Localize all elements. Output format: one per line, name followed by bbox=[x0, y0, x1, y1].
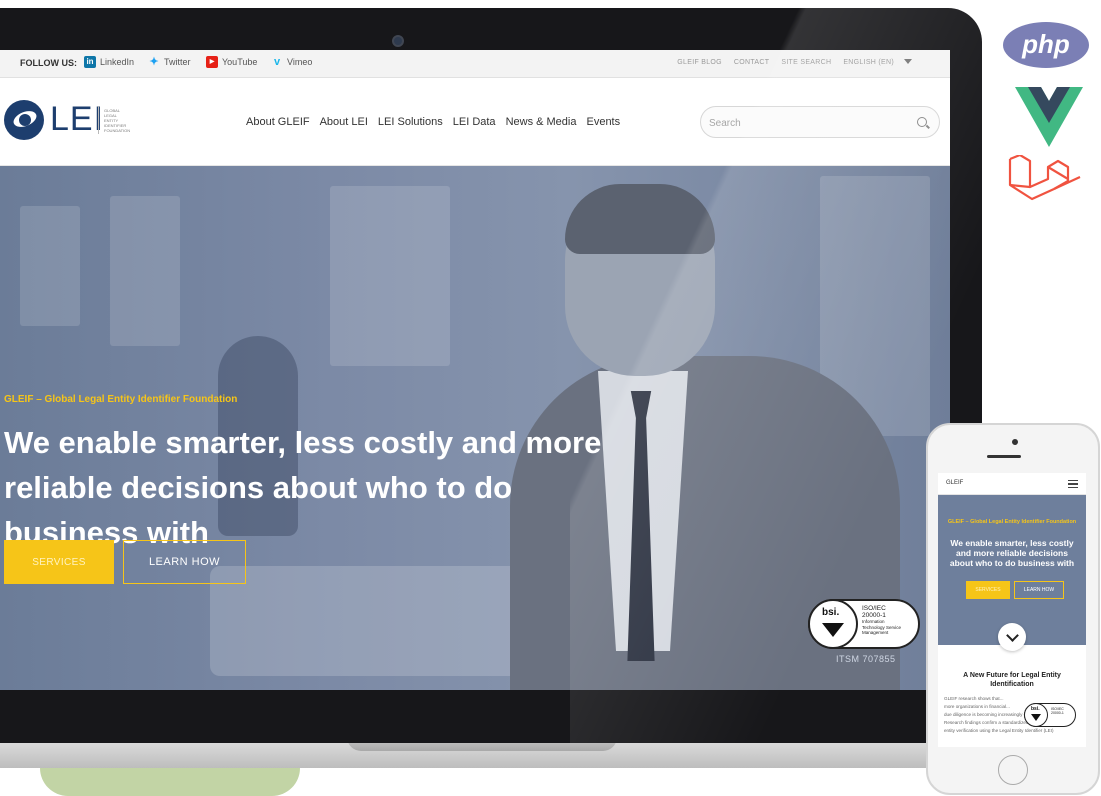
logo-text[interactable]: LEI bbox=[50, 100, 104, 139]
site-header: LEI GLOBAL LEGAL ENTITY IDENTIFIER FOUND… bbox=[0, 78, 950, 166]
twitter-icon: ✦ bbox=[149, 56, 159, 68]
mobile-services-button[interactable]: SERVICES bbox=[966, 581, 1010, 599]
bsi-brand: bsi. bbox=[822, 607, 840, 618]
mobile-bsi-badge: bsi. ISO/IEC 20000-1 bbox=[1024, 703, 1076, 727]
nav-events[interactable]: Events bbox=[586, 116, 620, 128]
bsi-code: ITSM 707855 bbox=[836, 654, 896, 664]
laptop-shadow bbox=[40, 768, 300, 796]
main-nav: About GLEIF About LEI LEI Solutions LEI … bbox=[246, 116, 620, 128]
social-link-youtube[interactable]: ▶ YouTube bbox=[206, 56, 257, 68]
laptop-screen: FOLLOW US: in LinkedIn ✦ Twitter ▶ YouTu… bbox=[0, 50, 950, 690]
mobile-body-line: GLEIF research shows that... bbox=[944, 696, 1004, 701]
youtube-icon: ▶ bbox=[206, 56, 218, 68]
background-window bbox=[110, 196, 180, 346]
language-selector[interactable]: ENGLISH (EN) bbox=[843, 59, 894, 66]
gleif-blog-link[interactable]: GLEIF BLOG bbox=[677, 59, 722, 66]
hero-person-hair bbox=[565, 184, 715, 254]
social-link-twitter[interactable]: ✦ Twitter bbox=[148, 56, 191, 68]
background-window bbox=[330, 186, 450, 366]
nav-about-gleif[interactable]: About GLEIF bbox=[246, 116, 310, 128]
logo-sub-line: FOUNDATION bbox=[104, 128, 131, 133]
bsi-certification-badge: bsi. ISO/IEC 20000-1 Information Technol… bbox=[808, 599, 920, 649]
logo-subtitle: GLOBAL LEGAL ENTITY IDENTIFIER FOUNDATIO… bbox=[104, 108, 138, 133]
nav-lei-data[interactable]: LEI Data bbox=[453, 116, 496, 128]
bsi-std-line: 20000-1 bbox=[1051, 711, 1064, 715]
mobile-bsi-seal: bsi. bbox=[1024, 703, 1048, 727]
chevron-down-icon[interactable] bbox=[904, 59, 912, 64]
bsi-heart-icon bbox=[1031, 714, 1041, 721]
social-link-vimeo[interactable]: v Vimeo bbox=[271, 56, 312, 68]
contact-link[interactable]: CONTACT bbox=[734, 59, 769, 66]
mobile-hero-title: We enable smarter, less costly and more … bbox=[949, 538, 1075, 568]
bsi-seal: bsi. bbox=[808, 599, 858, 649]
laravel-logo-icon bbox=[1008, 155, 1081, 201]
nav-about-lei[interactable]: About LEI bbox=[320, 116, 368, 128]
linkedin-icon: in bbox=[84, 56, 96, 68]
mobile-body-line: entity verification using the Legal Enti… bbox=[944, 728, 1054, 733]
bsi-standard: ISO/IEC 20000-1 Information Technology S… bbox=[862, 605, 901, 636]
hero-title: We enable smarter, less costly and more … bbox=[4, 425, 602, 550]
mobile-hero-kicker: GLEIF – Global Legal Entity Identifier F… bbox=[947, 519, 1077, 525]
mobile-bsi-brand: bsi. bbox=[1031, 706, 1040, 712]
logo-divider bbox=[98, 106, 99, 134]
nav-news-media[interactable]: News & Media bbox=[506, 116, 577, 128]
social-label: Twitter bbox=[164, 57, 191, 67]
search-icon[interactable] bbox=[917, 117, 927, 127]
vimeo-icon: v bbox=[273, 56, 281, 68]
site-search-link[interactable]: SITE SEARCH bbox=[781, 59, 831, 66]
social-link-linkedin[interactable]: in LinkedIn bbox=[84, 56, 134, 68]
php-logo-icon: php bbox=[1003, 22, 1089, 68]
services-button[interactable]: SERVICES bbox=[4, 540, 114, 584]
utility-bar: FOLLOW US: in LinkedIn ✦ Twitter ▶ YouTu… bbox=[0, 50, 950, 78]
bsi-std-line: ISO/IEC bbox=[862, 605, 886, 612]
bsi-std-line: Management bbox=[862, 630, 889, 635]
mobile-learn-how-button[interactable]: LEARN HOW bbox=[1014, 581, 1064, 599]
phone-camera-icon bbox=[1012, 439, 1018, 445]
scroll-down-chevron-icon[interactable] bbox=[998, 623, 1026, 651]
phone-speaker bbox=[987, 455, 1021, 458]
bsi-heart-icon bbox=[822, 623, 844, 637]
mobile-section-title: A New Future for Legal Entity Identifica… bbox=[963, 672, 1061, 688]
lei-logo-icon[interactable] bbox=[4, 100, 44, 140]
background-desk bbox=[210, 566, 530, 676]
nav-lei-solutions[interactable]: LEI Solutions bbox=[378, 116, 443, 128]
phone-device: GLEIF GLEIF – Global Legal Entity Identi… bbox=[926, 423, 1100, 795]
learn-how-button[interactable]: LEARN HOW bbox=[123, 540, 246, 584]
bsi-std-line: 20000-1 bbox=[862, 612, 886, 619]
social-label: YouTube bbox=[222, 57, 258, 67]
mobile-bsi-standard: ISO/IEC 20000-1 bbox=[1051, 707, 1064, 715]
utility-links: GLEIF BLOG CONTACT SITE SEARCH ENGLISH (… bbox=[677, 59, 914, 66]
social-label: LinkedIn bbox=[100, 57, 135, 67]
hamburger-menu-icon[interactable] bbox=[1068, 480, 1078, 488]
phone-home-button[interactable] bbox=[998, 755, 1028, 785]
social-label: Vimeo bbox=[287, 57, 313, 67]
hero-kicker: GLEIF – Global Legal Entity Identifier F… bbox=[4, 394, 238, 405]
hero-banner: GLEIF – Global Legal Entity Identifier F… bbox=[0, 166, 950, 690]
mobile-brand[interactable]: GLEIF bbox=[946, 480, 963, 486]
follow-us-label: FOLLOW US: bbox=[20, 58, 77, 68]
camera-icon bbox=[392, 35, 404, 47]
background-window bbox=[20, 206, 80, 326]
vue-logo-icon bbox=[1015, 87, 1083, 147]
search-input[interactable] bbox=[709, 113, 899, 133]
phone-screen: GLEIF GLEIF – Global Legal Entity Identi… bbox=[938, 473, 1086, 747]
search-box bbox=[700, 106, 940, 138]
mobile-header: GLEIF bbox=[938, 473, 1086, 495]
